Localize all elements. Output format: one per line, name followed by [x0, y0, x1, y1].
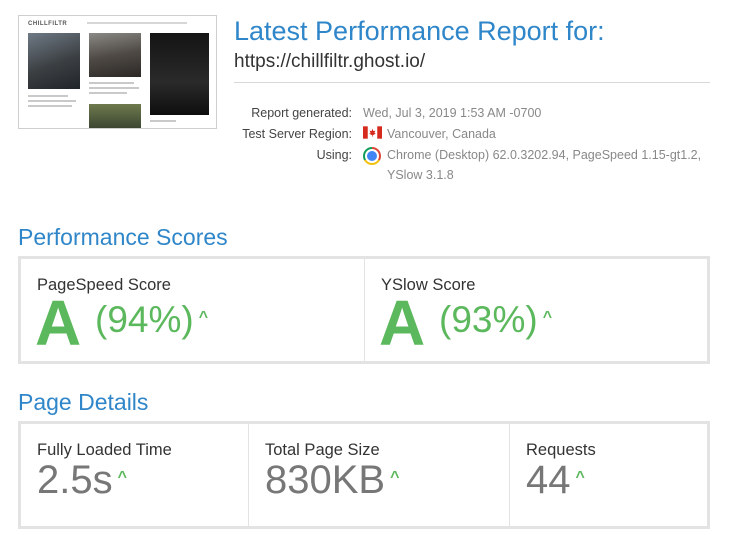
using-label: Using: [316, 148, 352, 162]
total-page-size-row: 830KB ^ [265, 460, 399, 500]
report-generated-value: Wed, Jul 3, 2019 1:53 AM -0700 [363, 106, 542, 120]
caret-up-icon: ^ [542, 309, 553, 327]
caret-up-icon: ^ [117, 469, 127, 487]
pagespeed-percent-row: (94%) ^ [95, 301, 208, 338]
pagespeed-score-card[interactable]: PageSpeed Score A (94%) ^ [21, 259, 364, 361]
pagespeed-grade: A [35, 287, 82, 359]
thumbnail-image [28, 33, 80, 89]
page-details-heading: Page Details [18, 389, 149, 415]
requests-row: 44 ^ [526, 460, 585, 500]
pagespeed-percent: (94%) [95, 299, 194, 340]
yslow-score-card[interactable]: YSlow Score A (93%) ^ [365, 259, 707, 361]
caret-up-icon: ^ [198, 309, 209, 327]
performance-scores-panel: PageSpeed Score A (94%) ^ YSlow Score A (… [18, 256, 710, 364]
caret-up-icon: ^ [575, 469, 585, 487]
page-details-panel: Fully Loaded Time 2.5s ^ Total Page Size … [18, 421, 710, 529]
thumbnail-image [89, 104, 141, 128]
performance-scores-heading: Performance Scores [18, 224, 228, 250]
chrome-icon [363, 147, 381, 165]
fully-loaded-time-card[interactable]: Fully Loaded Time 2.5s ^ [21, 424, 248, 526]
yslow-percent: (93%) [439, 299, 538, 340]
divider [234, 82, 710, 83]
server-region-label: Test Server Region: [242, 127, 352, 141]
thumbnail-site-logo: CHILLFILTR [28, 21, 68, 27]
total-page-size-card[interactable]: Total Page Size 830KB ^ [249, 424, 509, 526]
caret-up-icon: ^ [390, 469, 400, 487]
thumbnail-image [150, 33, 209, 115]
server-region-value: Vancouver, Canada [387, 127, 496, 141]
requests-card[interactable]: Requests 44 ^ [510, 424, 707, 526]
thumbnail-image [89, 33, 141, 77]
yslow-grade: A [379, 287, 426, 359]
total-page-size-value: 830KB [265, 458, 386, 502]
using-value-line2: YSlow 3.1.8 [387, 168, 454, 182]
canada-flag-icon [363, 126, 382, 139]
yslow-percent-row: (93%) ^ [439, 301, 552, 338]
fully-loaded-time-value: 2.5s [37, 458, 113, 502]
using-value-line1: Chrome (Desktop) 62.0.3202.94, PageSpeed… [387, 148, 702, 162]
report-url[interactable]: https://chillfiltr.ghost.io/ [234, 51, 425, 73]
requests-value: 44 [526, 458, 571, 502]
site-screenshot-thumbnail: CHILLFILTR [18, 15, 217, 129]
report-generated-label: Report generated: [251, 106, 352, 120]
page-title: Latest Performance Report for: [234, 16, 605, 46]
fully-loaded-time-row: 2.5s ^ [37, 460, 127, 500]
